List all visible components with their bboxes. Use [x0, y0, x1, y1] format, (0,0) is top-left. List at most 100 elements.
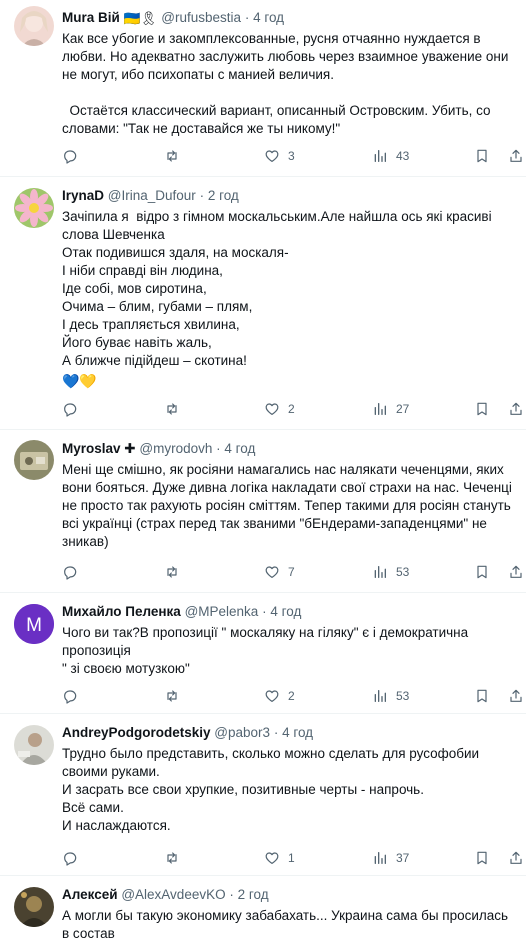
reply-button[interactable]: [62, 849, 86, 867]
tweet-time[interactable]: 4 год: [253, 10, 284, 25]
retweet-button[interactable]: [164, 687, 188, 705]
author-handle[interactable]: @pabor3: [214, 725, 270, 740]
like-button[interactable]: 7: [264, 563, 295, 581]
retweet-button[interactable]: [164, 563, 188, 581]
retweet-button[interactable]: [164, 849, 188, 867]
bookmark-button[interactable]: [474, 147, 490, 165]
tweet-line: І десь трапляється хвилина,: [62, 317, 240, 332]
tweet-time[interactable]: 2 год: [238, 887, 269, 902]
tweet-line: не просто так рахують росіян сміттям. Те…: [62, 498, 511, 513]
share-button[interactable]: [508, 400, 524, 418]
share-icon: [510, 149, 522, 162]
share-button[interactable]: [508, 687, 524, 705]
avatar[interactable]: M: [14, 604, 54, 644]
retweet-icon: [167, 150, 177, 162]
tweet-line: всі українці (страх перед так званими "б…: [62, 516, 487, 531]
action-bar: 7 53: [62, 563, 522, 581]
avatar[interactable]: [14, 725, 54, 765]
like-count: 1: [288, 851, 295, 865]
avatar[interactable]: [14, 887, 54, 927]
heart-emojis: 💙💛: [62, 373, 97, 389]
bookmark-button[interactable]: [474, 563, 490, 581]
reply-button[interactable]: [62, 147, 86, 165]
tweet-text: Чого ви так?В пропозиції " москаляку на …: [62, 624, 516, 678]
separator-dot: ·: [199, 188, 205, 203]
views-button[interactable]: 27: [372, 400, 409, 418]
avatar[interactable]: [14, 440, 54, 480]
share-button[interactable]: [508, 849, 524, 867]
like-button[interactable]: 2: [264, 687, 295, 705]
views-button[interactable]: 37: [372, 849, 409, 867]
like-count: 3: [288, 149, 295, 163]
heart-icon: [265, 150, 279, 162]
tweet-line: зникав): [62, 534, 109, 549]
bookmark-button[interactable]: [474, 400, 490, 418]
action-bar: 2 53: [62, 687, 522, 705]
tweet-time[interactable]: 4 год: [282, 725, 313, 740]
tweet[interactable]: M Михайло Пеленка @MPelenka · 4 год Чого…: [0, 594, 526, 714]
reply-button[interactable]: [62, 400, 86, 418]
tweet[interactable]: Mura Вій 🇺🇦🎗 @rufusbestia · 4 год Как вс…: [0, 0, 526, 177]
like-count: 2: [288, 402, 295, 416]
share-button[interactable]: [508, 563, 524, 581]
like-button[interactable]: 3: [264, 147, 295, 165]
views-count: 27: [396, 402, 410, 416]
views-chart-icon: [374, 852, 386, 864]
tweet-time[interactable]: 4 год: [224, 441, 255, 456]
like-button[interactable]: 2: [264, 400, 295, 418]
retweet-icon: [167, 566, 177, 578]
tweet-line: Отак подивишся здаля, на москаля-: [62, 245, 289, 260]
author-name[interactable]: Михайло Пеленка: [62, 604, 181, 619]
avatar[interactable]: [14, 6, 54, 46]
author-handle[interactable]: @myrodovh: [139, 441, 212, 456]
avatar[interactable]: [14, 188, 54, 228]
reply-icon: [64, 690, 77, 704]
views-button[interactable]: 53: [372, 563, 409, 581]
heart-icon: [265, 566, 279, 578]
tweet-line: Його буває навіть жаль,: [62, 335, 212, 350]
author-handle[interactable]: @MPelenka: [185, 604, 259, 619]
tweet-line: Трудно было представить, сколько можно с…: [62, 746, 480, 761]
author-handle[interactable]: @AlexAvdeevKO: [121, 887, 225, 902]
author-handle[interactable]: @rufusbestia: [161, 10, 241, 25]
views-count: 43: [396, 149, 410, 163]
heart-icon: [265, 690, 279, 702]
bookmark-button[interactable]: [474, 687, 490, 705]
share-button[interactable]: [508, 147, 524, 165]
reply-button[interactable]: [62, 563, 86, 581]
retweet-button[interactable]: [164, 147, 188, 165]
tweet-text: Зачіпила я відро з гімном москальським.А…: [62, 208, 516, 390]
tweet-time[interactable]: 4 год: [270, 604, 301, 619]
like-button[interactable]: 1: [264, 849, 295, 867]
author-handle[interactable]: @Irina_Dufour: [108, 188, 196, 203]
author-name[interactable]: Mura Вій: [62, 10, 120, 25]
views-button[interactable]: 43: [372, 147, 409, 165]
views-chart-icon: [374, 150, 386, 162]
bookmark-icon: [477, 149, 487, 163]
author-name[interactable]: AndreyPodgorodetskiy: [62, 725, 211, 740]
tweet-time[interactable]: 2 год: [208, 188, 239, 203]
tweet[interactable]: Алексей @AlexAvdeevKO · 2 год А могли бы…: [0, 877, 526, 945]
tweet[interactable]: AndreyPodgorodetskiy @pabor3 · 4 год Тру…: [0, 715, 526, 876]
reply-icon: [64, 566, 77, 580]
tweet-line: И засрать все свои хрупкие, позитивные ч…: [62, 782, 424, 797]
author-name[interactable]: Алексей: [62, 887, 118, 902]
tweet-line: Очима – блим, губами – плям,: [62, 299, 253, 314]
author-name[interactable]: IrynaD: [62, 188, 104, 203]
views-button[interactable]: 53: [372, 687, 409, 705]
reply-button[interactable]: [62, 687, 86, 705]
separator-dot: ·: [216, 441, 221, 456]
share-icon: [510, 402, 522, 415]
tweet-text: Мені ще смішно, як росіяни намагались на…: [62, 461, 516, 551]
share-icon: [510, 689, 522, 702]
tweet[interactable]: IrynaD @Irina_Dufour · 2 год Зачіпила я …: [0, 178, 526, 430]
tweet[interactable]: Myroslav ✚ @myrodovh · 4 год Мені ще смі…: [0, 431, 526, 593]
tweet-line: вони бояться. Дуже дивна логіка накладат…: [62, 480, 512, 495]
bookmark-button[interactable]: [474, 849, 490, 867]
bookmark-icon: [477, 565, 487, 579]
author-name[interactable]: Myroslav: [62, 441, 121, 456]
retweet-button[interactable]: [164, 400, 188, 418]
action-bar: 1 37: [62, 849, 522, 867]
tweet-line: своими руками.: [62, 764, 160, 779]
tweet-line: А ближче підійдеш – скотина!: [62, 353, 247, 368]
